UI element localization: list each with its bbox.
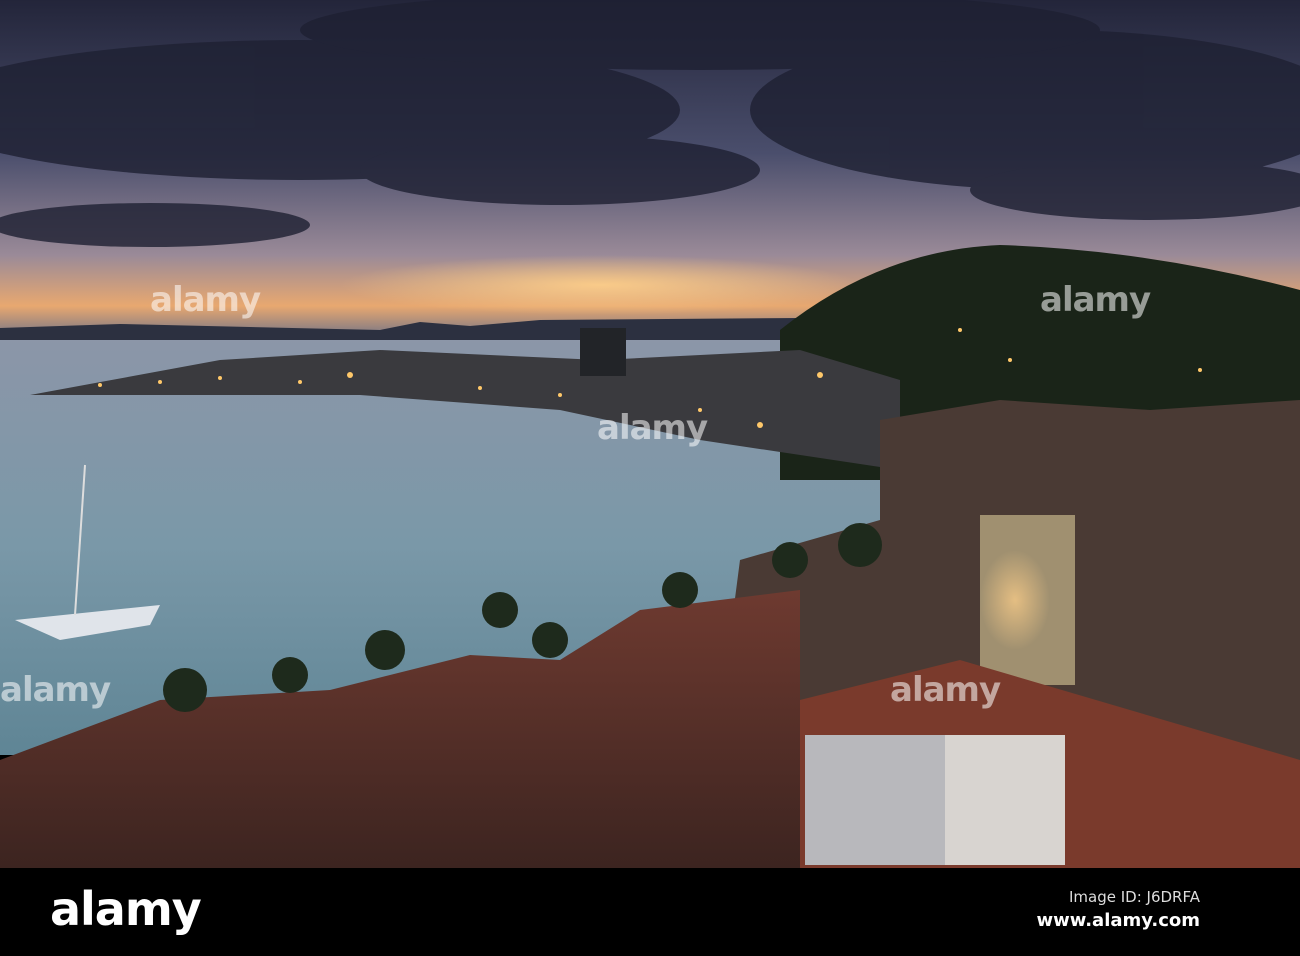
stock-photo-frame: alamy alamy alamy alamy alamy alamy Imag… [0, 0, 1300, 956]
watermark: alamy [890, 670, 1001, 710]
alamy-logo: alamy [50, 882, 202, 936]
footer-bar: alamy Image ID: J6DRFA www.alamy.com [0, 868, 1300, 956]
image-id: Image ID: J6DRFA [1069, 888, 1200, 906]
sunset-glow [340, 255, 860, 315]
white-building [805, 735, 945, 865]
tall-building [580, 328, 626, 376]
website-link: www.alamy.com [1036, 910, 1200, 931]
watermark: alamy [597, 408, 708, 448]
watermark: alamy [1040, 280, 1151, 320]
watermark: alamy [0, 670, 111, 710]
watermark: alamy [150, 280, 261, 320]
